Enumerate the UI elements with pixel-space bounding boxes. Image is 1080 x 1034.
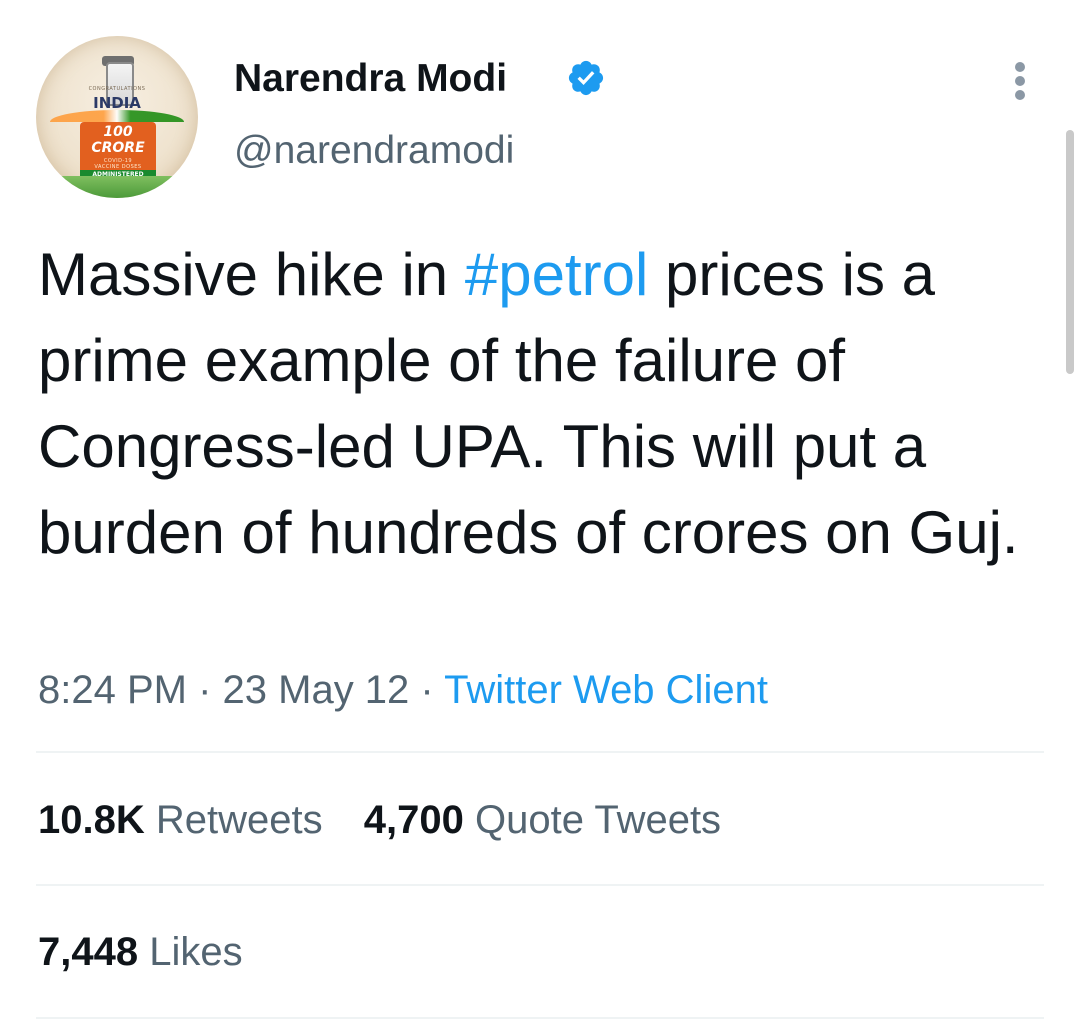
divider <box>36 751 1044 753</box>
likes-count: 7,448 <box>38 930 139 974</box>
more-options-icon[interactable] <box>1004 62 1036 102</box>
avatar-number-text: 100 <box>103 124 133 140</box>
quotes-label: Quote Tweets <box>474 798 722 842</box>
tweet-time[interactable]: 8:24 PM <box>38 668 187 712</box>
tweet-text-before: Massive hike in <box>38 241 465 308</box>
tweet-date[interactable]: 23 May 12 <box>223 668 410 712</box>
author-handle[interactable]: @narendramodi <box>234 128 514 174</box>
avatar[interactable]: CONGRATULATIONS INDIA 100 CRORE COVID-19… <box>36 36 198 198</box>
verified-badge-icon <box>568 60 604 96</box>
scrollbar[interactable] <box>1066 130 1074 374</box>
tweet-text: Massive hike in #petrol prices is a prim… <box>38 232 1038 576</box>
avatar-unit-text: CRORE <box>91 140 145 156</box>
avatar-congrats-text: CONGRATULATIONS <box>88 86 146 92</box>
divider <box>36 884 1044 886</box>
more-dot <box>1015 76 1025 86</box>
more-dot <box>1015 62 1025 72</box>
hashtag-link[interactable]: #petrol <box>465 241 648 308</box>
quote-tweets-stat[interactable]: 4,700 Quote Tweets <box>364 795 721 845</box>
likes-stats-row: 7,448 Likes <box>38 927 243 977</box>
more-dot <box>1015 90 1025 100</box>
retweets-label: Retweets <box>155 798 323 842</box>
tweet-meta: 8:24 PM · 23 May 12 · Twitter Web Client <box>38 664 768 716</box>
meta-separator: · <box>186 668 223 712</box>
meta-separator: · <box>409 668 445 712</box>
divider <box>36 1017 1044 1019</box>
avatar-green-band <box>36 176 198 198</box>
tweet-source-link[interactable]: Twitter Web Client <box>444 668 768 712</box>
likes-stat[interactable]: 7,448 Likes <box>38 927 243 977</box>
retweets-count: 10.8K <box>38 798 145 842</box>
engagement-stats-row: 10.8K Retweets 4,700 Quote Tweets <box>38 795 721 845</box>
likes-label: Likes <box>149 930 243 974</box>
author-display-name[interactable]: Narendra Modi <box>234 56 507 102</box>
retweets-stat[interactable]: 10.8K Retweets <box>38 795 323 845</box>
quotes-count: 4,700 <box>363 798 464 842</box>
